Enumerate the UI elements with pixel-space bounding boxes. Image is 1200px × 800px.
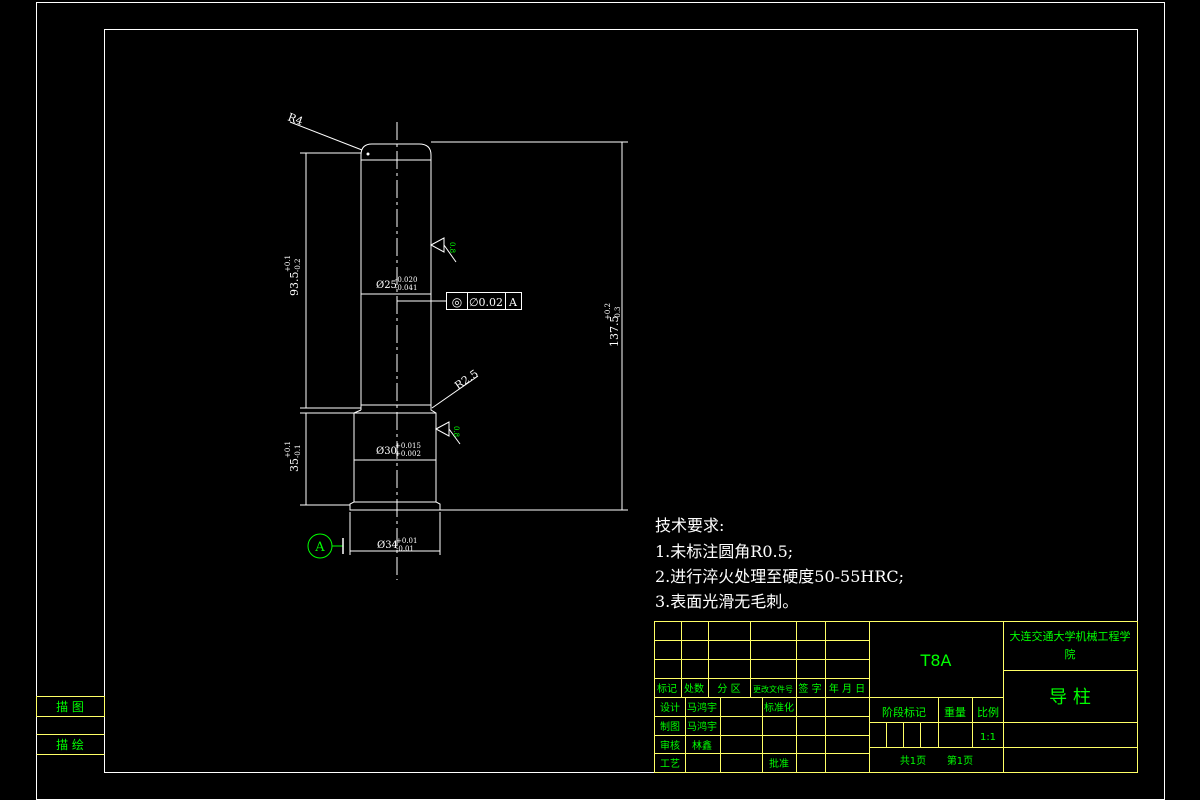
roughness-symbol-1: 0.8 [429,237,457,263]
scale-label: 比例 [977,705,999,719]
drawing-canvas: 描 图 描 绘 93.5 +0.1 -0.2 35 +0.1 -0.1 137.… [36,2,1165,800]
scale-value: 1:1 [980,732,996,743]
r4-label: R4 [286,111,305,128]
design-name: 马鸿宇 [687,701,717,714]
d34-label: Ø34 [377,540,398,551]
hdr-zone: 分 区 [717,683,740,695]
dim-35-tol-low: -0.1 [294,445,302,459]
dim-d34: Ø34 +0.01 -0.01 [349,512,441,555]
weight-label: 重量 [944,705,966,719]
dim-137-5: 137.5 +0.2 -0.3 [431,141,628,511]
roughness-symbol-2: 0.8 [434,421,461,445]
outer-border [36,2,1165,800]
r4-leader: R4 [286,111,363,151]
d25-label: Ø25 [376,280,397,291]
page-number: 第1页 [947,754,973,767]
draw-label: 描 绘 [56,737,84,752]
r2-5-leader: R2.5 [431,367,481,409]
standard-label: 标准化 [764,701,794,714]
left-label-boxes: 描 图 描 绘 [36,696,105,755]
datum-a-label: A [314,540,325,555]
stage-label: 阶段标记 [882,705,926,719]
svg-text:院: 院 [1065,647,1076,661]
tolerance-datum: A [508,296,518,309]
dim-35: 35 +0.1 -0.1 [284,412,354,506]
review-label: 审核 [660,739,680,752]
process-label: 工艺 [660,758,680,770]
part-name: 导 柱 [1049,687,1091,708]
hdr-date: 年 月 日 [829,682,865,695]
dim-93-5: 93.5 +0.1 -0.2 [284,152,361,409]
r2-5-label: R2.5 [452,367,481,392]
d30-tol-low: +0.002 [395,450,421,458]
dim-35-tol-up: +0.1 [284,441,292,458]
trace-label: 描 图 [56,700,84,714]
tech-req-item-2: 2.进行淬火处理至硬度50-55HRC; [655,567,904,586]
datum-a: A [307,533,344,559]
tech-req-item-1: 1.未标注圆角R0.5; [655,542,793,561]
hdr-count: 处数 [684,682,704,695]
design-label: 设计 [660,701,680,714]
inner-frame [104,29,1138,773]
d30-tol-up: +0.015 [395,442,421,450]
tolerance-value: ∅0.02 [469,296,503,309]
dim-93-5-tol-low: -0.2 [294,259,302,273]
review-name: 林鑫 [692,739,712,752]
dim-35-value: 35 [288,458,301,472]
d34-tol-low: -0.01 [396,545,414,553]
material-value: T8A [920,651,952,670]
school-name: 大连交通大学机械工程学 [1010,629,1131,643]
hdr-change-doc: 更改文件号 [753,684,793,694]
tech-req-title: 技术要求: [655,516,724,535]
total-pages: 共1页 [900,755,926,767]
dim-137-5-tol-up: +0.2 [604,303,612,320]
tech-req-item-3: 3.表面光滑无毛刺。 [655,592,798,611]
dim-137-5-tol-low: -0.3 [614,307,622,321]
svg-text:0.8: 0.8 [448,242,456,253]
d25-tol-up: -0.020 [395,276,417,284]
concentricity-symbol: ◎ [452,295,462,309]
d25-tol-low: -0.041 [395,284,417,292]
approve-label: 批准 [769,757,789,770]
tolerance-frame: ◎ ∅0.02 A [397,292,522,310]
drafting-name: 马鸿宇 [687,720,717,733]
dim-93-5-tol-up: +0.1 [284,255,292,272]
svg-text:0.8: 0.8 [452,426,460,437]
d30-label: Ø30 [376,446,397,457]
hdr-sign: 签 字 [798,682,821,695]
dim-93-5-value: 93.5 [288,272,301,297]
title-block-text: 标记 处数 分 区 更改文件号 签 字 年 月 日 设计 马鸿宇 标准化 制图 … [657,629,1131,770]
d34-tol-up: +0.01 [396,537,417,545]
tech-requirements: 技术要求: 1.未标注圆角R0.5; 2.进行淬火处理至硬度50-55HRC; … [655,516,904,611]
drafting-label: 制图 [660,720,680,733]
hdr-mark: 标记 [657,683,677,695]
